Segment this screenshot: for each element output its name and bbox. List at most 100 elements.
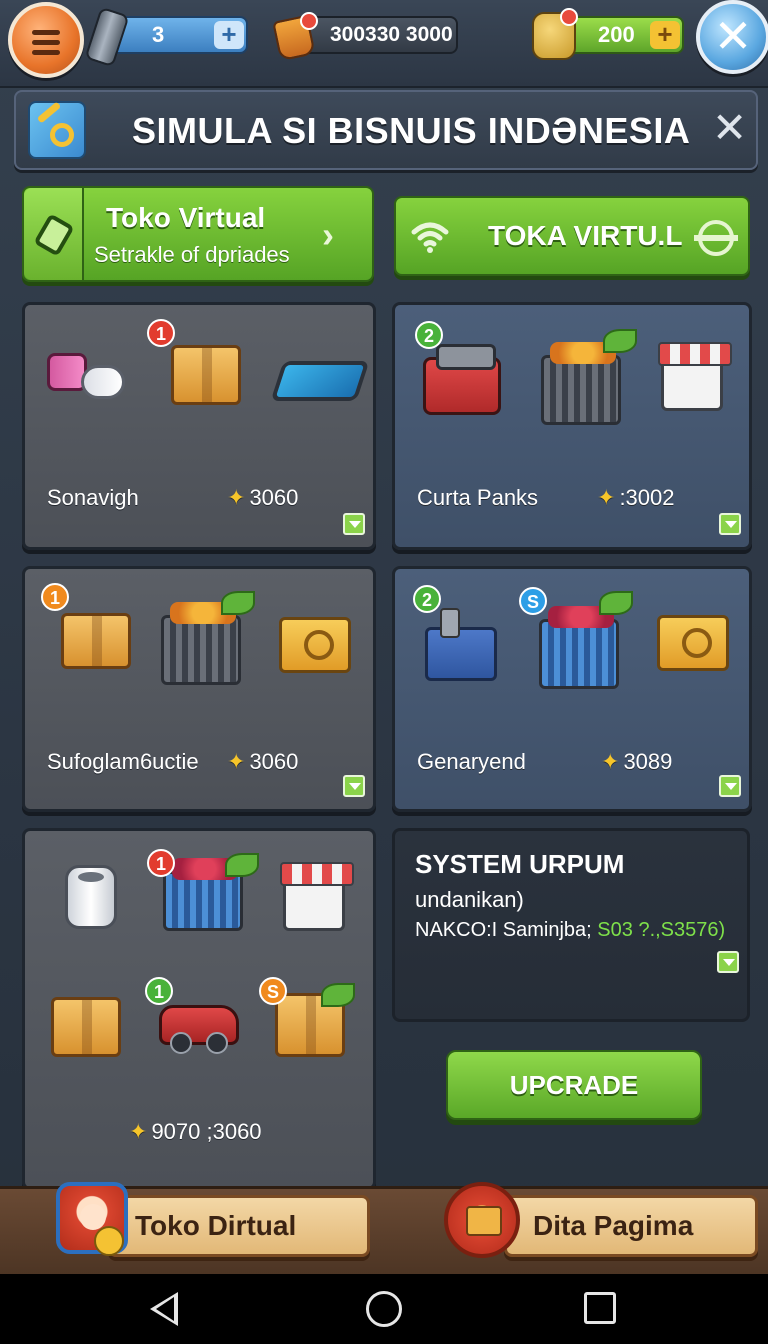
system-subtitle: undanikan) <box>415 887 524 912</box>
tag-icon <box>24 188 84 280</box>
shop-card-2[interactable]: 2 Curta Panks ✦:3002 <box>392 302 752 550</box>
tab-subtitle: Setrakle of dpriades <box>94 242 290 267</box>
expand-icon[interactable] <box>719 775 741 797</box>
card-price: ✦ 3089 <box>601 749 672 775</box>
jar-item-icon <box>65 865 117 929</box>
leaf-icon <box>221 591 255 615</box>
count-badge: 1 <box>147 849 175 877</box>
stall-item-icon <box>658 342 732 411</box>
count-badge: 1 <box>41 583 69 611</box>
card-name: Sufoglam6uctie <box>47 749 199 774</box>
box-item-icon <box>171 345 241 405</box>
count-badge: 1 <box>145 977 173 1005</box>
card-price: ✦ 9070 ;3060 <box>129 1119 262 1145</box>
tab-title: Toko Virtual <box>106 202 266 233</box>
expand-icon[interactable] <box>719 513 741 535</box>
gold-value: 200 <box>598 22 635 47</box>
phone-item-icon <box>270 361 370 401</box>
card-price-value: 3060 <box>249 749 299 774</box>
card-name: Genaryend <box>417 749 526 774</box>
battery-value: 3 <box>152 22 165 47</box>
bottom-right-label: Dita Pagima <box>533 1210 694 1241</box>
bottom-left-label: Toko Dirtual <box>135 1210 297 1241</box>
system-detail: NAKCO:I Saminjba; S03 ?.,S3576) <box>415 919 725 942</box>
face-shape <box>80 1204 106 1230</box>
giftbox-item-icon <box>657 615 729 671</box>
tag-shape <box>33 213 75 257</box>
menu-icon <box>32 30 60 35</box>
shop-card-3[interactable]: 1 Sufoglam6uctie ✦ 3060 <box>22 566 376 812</box>
leaf-icon <box>321 983 355 1007</box>
car-item-icon <box>159 1005 239 1054</box>
leaf-icon <box>225 853 259 877</box>
ring-shape <box>50 123 74 147</box>
card-name: Curta Panks <box>417 485 539 510</box>
press-machine-item-icon <box>425 608 497 681</box>
card-name: Sonavigh <box>47 485 139 510</box>
menu-button[interactable] <box>8 2 84 78</box>
recent-apps-icon[interactable] <box>584 1292 616 1324</box>
box-item-icon <box>51 997 121 1057</box>
count-badge: 2 <box>415 321 443 349</box>
special-badge: S <box>259 977 287 1005</box>
chevron-right-icon: › <box>322 214 334 255</box>
card-price-value: 3060 <box>249 485 299 510</box>
wifi-icon <box>411 222 449 253</box>
card-price: ✦ 3060 <box>227 485 298 511</box>
star-icon: ✦ <box>129 1119 148 1144</box>
expand-icon[interactable] <box>717 951 739 973</box>
battery-resource: 3 + <box>110 16 248 54</box>
expand-icon[interactable] <box>343 513 365 535</box>
leaf-icon <box>599 591 633 615</box>
close-button[interactable]: ✕ <box>696 0 768 74</box>
coin-icon <box>94 1226 124 1256</box>
box-shape <box>466 1206 502 1236</box>
card-price: ✦ 3060 <box>227 749 298 775</box>
gold-resource: 200 + <box>560 16 684 54</box>
star-icon: ✦ <box>227 749 246 774</box>
game-logo-icon <box>28 101 86 159</box>
menu-icon-line <box>32 50 60 55</box>
dita-pagima-button[interactable]: Dita Pagima <box>504 1195 758 1257</box>
minus-circle-icon <box>694 220 738 256</box>
close-title-button[interactable]: ✕ <box>712 106 747 150</box>
shop-card-bundle[interactable]: 1 1 S ✦ 9070 ;3060 <box>22 828 376 1190</box>
leaf-icon <box>603 329 637 353</box>
menu-icon-line <box>32 40 60 45</box>
system-nav-bar <box>0 1274 768 1344</box>
home-icon[interactable] <box>366 1291 402 1327</box>
card-price-value: 9070 ;3060 <box>151 1119 262 1144</box>
machine-item-icon <box>423 344 501 415</box>
upgrade-button[interactable]: UPCRADE <box>446 1050 702 1120</box>
top-resource-bar: 3 + 300330 3000 200 + ✕ <box>0 0 768 88</box>
add-battery-button[interactable]: + <box>214 21 244 49</box>
count-badge: 1 <box>147 319 175 347</box>
star-icon: ✦ <box>597 485 616 510</box>
coins-value: 300330 3000 <box>330 23 453 46</box>
coins-resource: 300330 3000 <box>300 16 458 54</box>
card-price: ✦:3002 <box>597 485 675 511</box>
system-title: SYSTEM URPUM <box>415 849 625 879</box>
page-title: SIMULA SI BISNUIS INDƏNESIA <box>132 110 691 151</box>
system-info-panel: SYSTEM URPUM undanikan) NAKCO:I Saminjba… <box>392 828 750 1022</box>
shop-card-4[interactable]: 2 S Genaryend ✦ 3089 <box>392 566 752 812</box>
star-icon: ✦ <box>601 749 620 774</box>
toko-dirtual-button[interactable]: Toko Dirtual <box>108 1195 370 1257</box>
package-avatar-icon[interactable] <box>444 1182 520 1258</box>
shop-card-1[interactable]: 1 Sonavigh ✦ 3060 <box>22 302 376 550</box>
fruit-crate-item-icon <box>541 342 621 425</box>
stall-item-icon <box>280 862 354 931</box>
tab-toka-virtual[interactable]: TOKA VIRTU.L <box>394 196 750 276</box>
notification-dot <box>560 8 578 26</box>
close-icon: ✕ <box>713 10 753 62</box>
back-icon[interactable] <box>150 1292 178 1326</box>
blue-crate-item-icon <box>539 606 619 689</box>
add-gold-button[interactable]: + <box>650 21 680 49</box>
tab-label: TOKA VIRTU.L <box>488 220 683 251</box>
count-badge: 2 <box>413 585 441 613</box>
open-box-item-icon <box>61 613 131 669</box>
tab-toko-virtual[interactable]: Toko Virtual Setrakle of dpriades › <box>22 186 374 282</box>
fruit-crate-item-icon <box>161 602 241 685</box>
expand-icon[interactable] <box>343 775 365 797</box>
roll-item-icon <box>81 365 125 399</box>
